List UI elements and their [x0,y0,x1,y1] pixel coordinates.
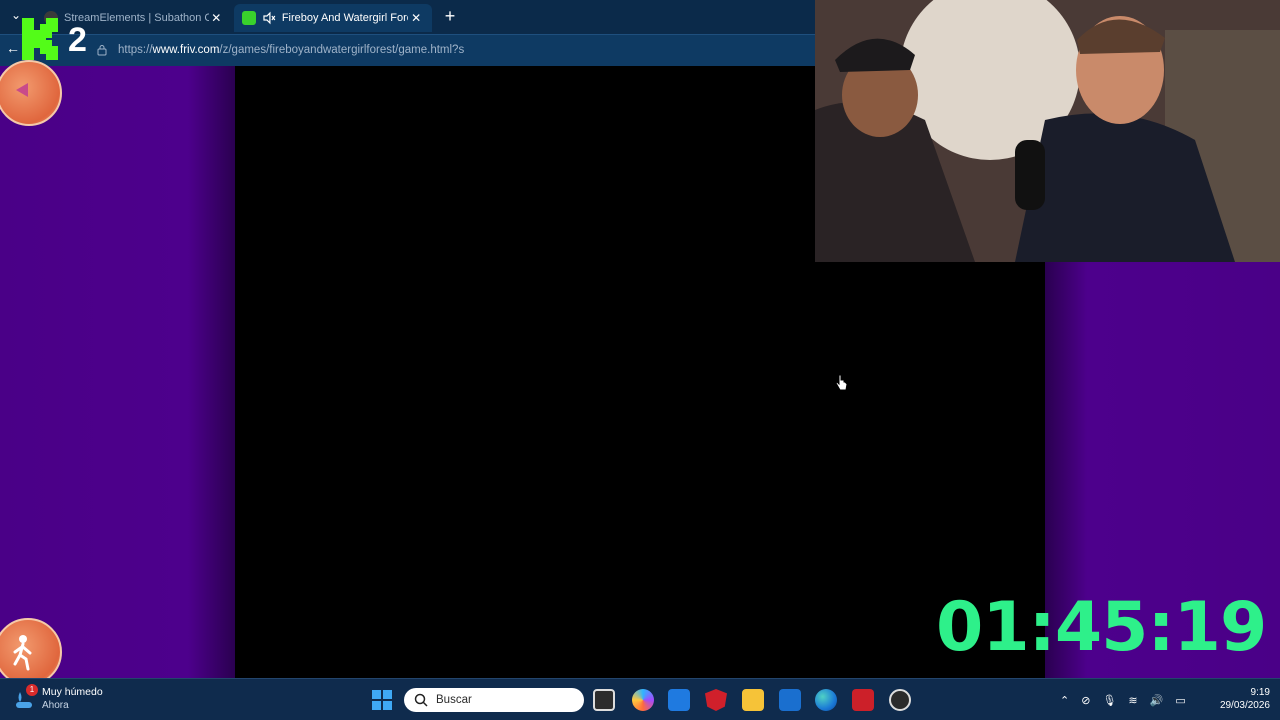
system-tray: ⌃ ⊘ 🎙 ≋ 🔊 ▭ [1060,688,1210,712]
clock-time: 9:19 [1250,687,1270,698]
hand-cursor-icon [835,374,848,391]
kick-viewer-count: 2 [68,21,87,59]
clock-date: 29/03/2026 [1219,700,1270,711]
camera-off-icon[interactable]: ⊘ [1081,694,1090,707]
battery-icon[interactable]: ▭ [1175,694,1185,707]
lock-icon [97,45,107,56]
friv-icon [242,11,256,25]
edge-icon[interactable] [815,689,837,711]
microphone-icon[interactable]: 🎙 [1102,694,1116,707]
webcam-scene [815,0,1280,262]
volume-icon[interactable]: 🔊 [1150,694,1164,707]
weather-subtitle: Ahora [42,700,69,711]
url-host: www.friv.com [152,44,220,56]
tab-streamelements[interactable]: StreamElements | Subathon Count ✕ [36,4,232,32]
copilot-icon[interactable] [632,689,654,711]
taskbar-clock[interactable]: 9:19 29/03/2026 [1206,686,1270,712]
file-explorer-icon[interactable] [593,689,615,711]
tab-label: Fireboy And Watergirl Forest [281,12,409,24]
game-side-panel-left [0,66,235,678]
taskbar-search[interactable]: Buscar [404,688,584,712]
chevron-up-icon[interactable]: ⌃ [1060,694,1069,707]
url-prefix: https:// [118,44,153,56]
folder-icon[interactable] [742,689,764,711]
triangle-left-icon [16,83,28,97]
lastpass-icon[interactable] [852,689,874,711]
wifi-icon[interactable]: ≋ [1128,694,1137,707]
close-tab-icon[interactable]: ✕ [209,11,224,25]
search-placeholder: Buscar [436,694,472,706]
weather-alert-badge: 1 [26,684,38,696]
url-field[interactable]: https:// www.friv.com /z/games/fireboyan… [96,40,796,60]
obs-icon[interactable] [889,689,911,711]
tab-fireboy-watergirl[interactable]: Fireboy And Watergirl Forest ✕ [234,4,432,32]
store-icon[interactable] [668,689,690,711]
weather-title: Muy húmedo [42,686,103,698]
new-tab-button[interactable]: + [440,6,460,26]
subathon-timer: 01:45:19 [936,588,1267,667]
walking-person-icon [13,635,32,671]
outlook-icon[interactable] [779,689,801,711]
mute-icon[interactable] [262,11,276,25]
search-icon [414,693,428,707]
weather-widget[interactable]: 1 Muy húmedo Ahora [14,684,134,714]
webcam-feed [815,0,1280,262]
url-path: /z/games/fireboyandwatergirlforest/game.… [219,44,465,56]
kick-logo-icon [22,18,58,60]
close-tab-icon[interactable]: ✕ [408,11,424,25]
windows-start-icon[interactable] [372,690,392,710]
